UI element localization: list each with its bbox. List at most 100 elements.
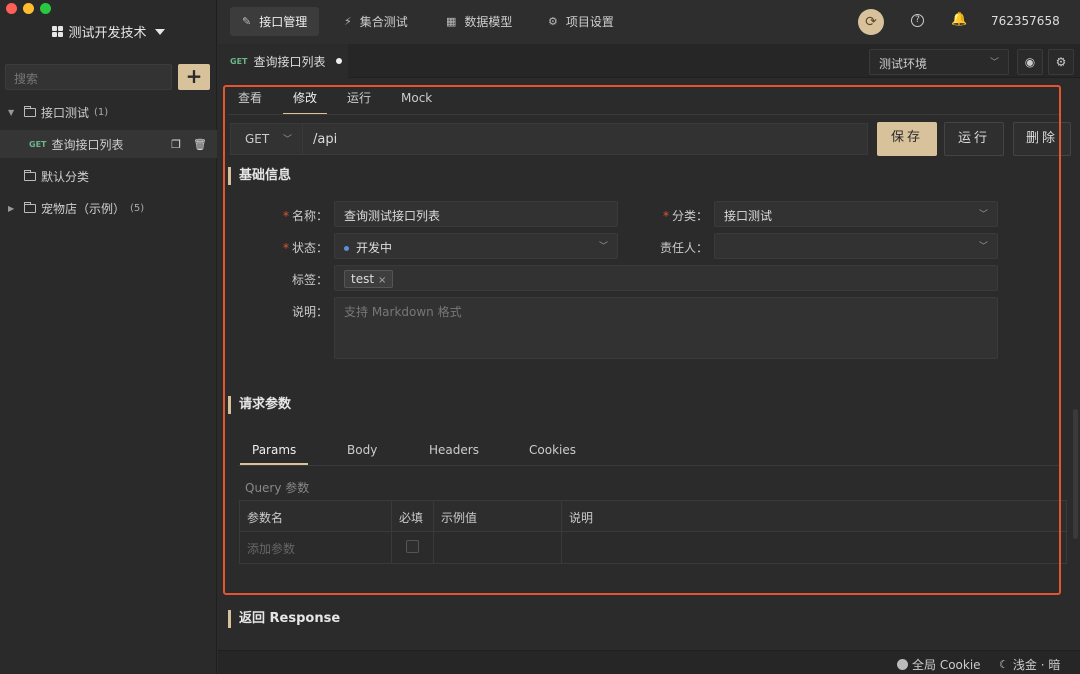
owner-label: 责任人： [659, 241, 708, 255]
tab-run[interactable]: 运行 [337, 89, 381, 115]
tab-params[interactable]: Params [240, 441, 309, 465]
chevron-down-icon: ﹀ [989, 58, 999, 68]
section-response: 返回 Response [228, 610, 340, 628]
status-value: 开发中 [356, 241, 393, 255]
folder-open-icon [24, 105, 36, 117]
method-badge: GET [29, 139, 47, 149]
gear-icon: ⚙ [548, 15, 558, 28]
tab-edit[interactable]: 修改 [283, 89, 328, 115]
doc-tab-api[interactable]: GET 查询接口列表 [218, 44, 348, 78]
bell-icon[interactable]: 🔔 [951, 12, 967, 27]
tree-item-label: 宠物店（示例） [41, 201, 126, 216]
sync-icon[interactable]: ⟳ [858, 9, 884, 35]
cookie-icon [897, 659, 908, 670]
document-tabs: GET 查询接口列表 测试环境 ﹀ ◉ ⚙ [218, 44, 1080, 78]
environment-value: 测试环境 [879, 57, 928, 71]
tags-input[interactable]: test × [334, 265, 998, 291]
tab-project-settings[interactable]: ⚙ 项目设置 [536, 7, 626, 36]
url-input[interactable]: /api [303, 132, 337, 147]
user-id[interactable]: 762357658 [991, 14, 1060, 28]
gear-icon[interactable]: ⚙ [1048, 49, 1074, 75]
delete-button[interactable]: 删除 [1013, 122, 1071, 156]
eye-icon[interactable]: ◉ [1017, 49, 1043, 75]
tab-view[interactable]: 查看 [228, 89, 272, 115]
unsaved-dot-icon [335, 58, 342, 64]
minimize-window-button[interactable] [23, 3, 34, 14]
method-select[interactable]: GET ﹀ [231, 124, 303, 154]
trash-icon[interactable]: 🗑 [193, 138, 207, 151]
sidebar: 测试开发技术 搜索 + ▼ 接口测试 (1) GET 查询接口列表 ❐ 🗑 ▶ … [0, 0, 217, 674]
moon-icon: ☾ [999, 658, 1009, 671]
column-header: 说明 [569, 511, 594, 525]
tree-folder-api-test[interactable]: ▼ 接口测试 (1) [0, 98, 217, 126]
column-header: 必填 [392, 501, 434, 531]
request-url-bar: GET ﹀ /api [230, 123, 868, 155]
model-icon: ▦ [446, 15, 457, 28]
description-input[interactable] [562, 532, 1066, 563]
tree-item-count: (1) [94, 106, 109, 118]
tree-folder-default[interactable]: ▶ 默认分类 [0, 162, 217, 190]
description-textarea[interactable]: 支持 Markdown 格式 [334, 297, 998, 359]
tab-label: 接口管理 [259, 15, 308, 29]
category-select[interactable]: 接口测试 ﹀ [714, 201, 998, 227]
folder-icon [24, 169, 36, 181]
maximize-window-button[interactable] [40, 3, 51, 14]
required-cell [392, 532, 434, 563]
help-icon[interactable]: ? [911, 14, 924, 27]
expand-arrow-icon[interactable]: ▼ [8, 108, 16, 117]
status-label: * 状态： [282, 241, 328, 255]
tree-item-api[interactable]: GET 查询接口列表 ❐ 🗑 [0, 130, 217, 158]
scrollbar[interactable] [1073, 409, 1078, 539]
status-bar: 全局 Cookie ☾ 浅金 · 暗 [218, 650, 1080, 674]
tab-headers[interactable]: Headers [417, 441, 491, 465]
tab-api-management[interactable]: ✎ 接口管理 [230, 7, 320, 36]
column-header: 示例值 [434, 501, 562, 531]
tab-collection-test[interactable]: ⚡ 集合测试 [332, 7, 420, 36]
section-basic-info: 基础信息 [228, 167, 291, 185]
theme-button[interactable]: ☾ 浅金 · 暗 [999, 656, 1060, 673]
copy-icon[interactable]: ❐ [171, 138, 181, 151]
environment-select[interactable]: 测试环境 ﹀ [869, 49, 1009, 75]
cookie-label: 全局 Cookie [912, 658, 981, 672]
owner-select[interactable]: ﹀ [714, 233, 998, 259]
window-controls [6, 3, 51, 14]
tab-label: 集合测试 [359, 15, 408, 29]
category-label: * 分类： [662, 209, 708, 223]
name-field[interactable]: 查询测试接口列表 [334, 201, 618, 227]
theme-label: 浅金 · 暗 [1012, 658, 1061, 672]
tab-body[interactable]: Body [335, 441, 389, 465]
add-button[interactable]: + [178, 64, 210, 90]
tree-folder-petstore[interactable]: ▶ 宠物店（示例） (5) [0, 194, 217, 222]
chevron-down-icon: ﹀ [282, 135, 292, 145]
tab-data-model[interactable]: ▦ 数据模型 [434, 7, 524, 36]
tree-item-label: 查询接口列表 [51, 137, 124, 152]
project-switcher[interactable]: 测试开发技术 [0, 22, 217, 41]
chevron-down-icon: ﹀ [598, 242, 608, 252]
main-panel: 查看 修改 运行 Mock GET ﹀ /api 保存 运行 删除 基础信息 *… [218, 79, 1080, 649]
global-cookie-button[interactable]: 全局 Cookie [897, 656, 981, 673]
bolt-icon: ⚡ [344, 15, 352, 28]
remove-tag-icon[interactable]: × [378, 275, 386, 286]
tab-label: 数据模型 [464, 15, 513, 29]
close-window-button[interactable] [6, 3, 17, 14]
grid-icon [52, 26, 64, 37]
status-select[interactable]: 开发中 ﹀ [334, 233, 618, 259]
status-dot-icon [344, 246, 349, 251]
chevron-down-icon: ﹀ [978, 210, 988, 220]
table-header-row: 参数名 必填 示例值 说明 [240, 501, 1066, 532]
params-table: 参数名 必填 示例值 说明 添加参数 [239, 500, 1067, 564]
run-button[interactable]: 运行 [944, 122, 1004, 156]
description-label: 说明： [291, 305, 328, 319]
param-name-input[interactable]: 添加参数 [240, 532, 392, 563]
tag-chip: test × [344, 270, 394, 288]
tab-cookies[interactable]: Cookies [517, 441, 588, 465]
save-button[interactable]: 保存 [877, 122, 937, 156]
tree-item-label: 接口测试 [41, 105, 90, 120]
search-input[interactable]: 搜索 [5, 64, 172, 90]
method-value: GET [245, 132, 270, 146]
example-input[interactable] [434, 532, 562, 563]
tree-item-label: 默认分类 [41, 169, 90, 184]
tab-mock[interactable]: Mock [391, 89, 442, 115]
collapse-arrow-icon[interactable]: ▶ [8, 204, 16, 213]
required-checkbox[interactable] [406, 540, 419, 553]
